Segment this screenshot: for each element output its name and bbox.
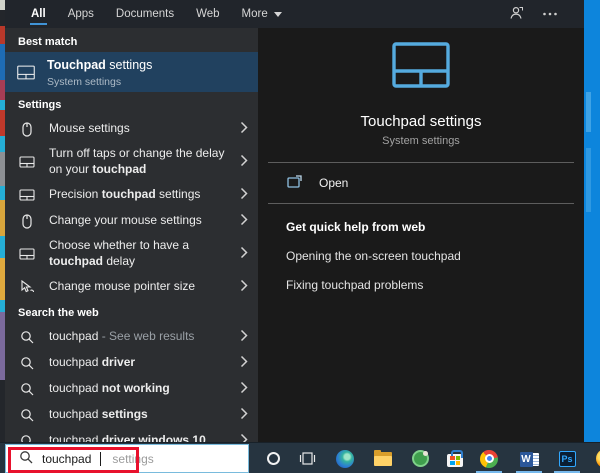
- open-label: Open: [319, 176, 348, 190]
- web-result-see-results[interactable]: touchpad - See web results: [5, 324, 258, 350]
- tab-more[interactable]: More: [231, 0, 293, 28]
- tab-web-label: Web: [196, 8, 219, 20]
- touchpad-icon: [18, 248, 36, 260]
- chevron-right-icon: [240, 187, 248, 203]
- divider: [268, 203, 574, 204]
- chevron-right-icon: [240, 121, 248, 137]
- result-precision-touchpad[interactable]: Precision touchpad settings: [5, 182, 258, 208]
- ellipsis-icon[interactable]: [542, 8, 558, 20]
- chrome-icon[interactable]: [472, 443, 506, 473]
- active-tab-underline: [30, 23, 47, 25]
- search-tabbar: All Apps Documents Web More: [5, 0, 584, 28]
- chevron-right-icon: [240, 279, 248, 295]
- result-change-mouse-settings[interactable]: Change your mouse settings: [5, 208, 258, 234]
- tab-documents-label: Documents: [116, 8, 174, 20]
- chevron-right-icon: [240, 246, 248, 262]
- cortana-icon[interactable]: [256, 443, 290, 473]
- chevron-right-icon: [240, 433, 248, 442]
- explorer-icon[interactable]: [366, 443, 400, 473]
- chevron-right-icon: [240, 407, 248, 423]
- settings-section-header: Settings: [5, 92, 258, 116]
- chevron-right-icon: [240, 355, 248, 371]
- web-result-not-working[interactable]: touchpad not working: [5, 376, 258, 402]
- preview-subtitle: System settings: [382, 135, 460, 147]
- touchpad-icon: [18, 189, 36, 201]
- text-cursor: [100, 452, 101, 466]
- chevron-right-icon: [240, 213, 248, 229]
- search-icon: [18, 330, 36, 344]
- store-icon[interactable]: [438, 443, 472, 473]
- firefox-icon[interactable]: [588, 443, 600, 473]
- open-icon: [287, 175, 302, 191]
- search-icon: [18, 408, 36, 422]
- best-match-result-touchpad-settings[interactable]: Touchpad settings System settings: [5, 52, 258, 92]
- tab-web[interactable]: Web: [185, 0, 230, 28]
- tab-documents[interactable]: Documents: [105, 0, 185, 28]
- tab-all[interactable]: All: [20, 0, 57, 28]
- desktop-window-streak: [586, 92, 591, 132]
- help-link-fixing-problems[interactable]: Fixing touchpad problems: [258, 278, 584, 292]
- tab-apps[interactable]: Apps: [57, 0, 105, 28]
- mouse-icon: [18, 214, 36, 229]
- result-turn-off-taps[interactable]: Turn off taps or change the delay on you…: [5, 142, 258, 182]
- open-action[interactable]: Open: [258, 163, 584, 203]
- help-link-onscreen-touchpad[interactable]: Opening the on-screen touchpad: [258, 249, 584, 263]
- chevron-right-icon: [240, 329, 248, 345]
- result-pointer-size[interactable]: Change mouse pointer size: [5, 274, 258, 300]
- tab-apps-label: Apps: [68, 8, 94, 20]
- chevron-down-icon: [274, 12, 282, 17]
- green-app-icon[interactable]: [403, 443, 437, 473]
- web-result-driver[interactable]: touchpad driver: [5, 350, 258, 376]
- search-flyout: All Apps Documents Web More: [5, 0, 584, 442]
- preview-panel: Touchpad settings System settings Open G…: [258, 28, 584, 442]
- word-icon[interactable]: W: [512, 443, 546, 473]
- quick-help-header: Get quick help from web: [258, 220, 584, 234]
- best-match-title: Touchpad settings: [47, 58, 152, 72]
- web-result-clipped[interactable]: touchpad driver windows 10: [5, 428, 258, 442]
- screen: All Apps Documents Web More: [0, 0, 600, 473]
- mouse-icon: [18, 122, 36, 137]
- search-icon: [19, 450, 33, 467]
- search-icon: [18, 434, 36, 442]
- best-match-header: Best match: [5, 28, 258, 52]
- chevron-right-icon: [240, 154, 248, 170]
- desktop-window-streak: [586, 148, 591, 212]
- desktop-edge-right: [584, 0, 600, 442]
- search-icon: [18, 382, 36, 396]
- taskbar-search-input[interactable]: touchpad settings: [5, 444, 249, 473]
- web-section-header: Search the web: [5, 300, 258, 324]
- search-suggestion-text: settings: [112, 452, 153, 466]
- result-touchpad-delay[interactable]: Choose whether to have a touchpad delay: [5, 234, 258, 274]
- search-icon: [18, 356, 36, 370]
- web-result-settings[interactable]: touchpad settings: [5, 402, 258, 428]
- chevron-right-icon: [240, 381, 248, 397]
- edge-icon[interactable]: [328, 443, 362, 473]
- pointer-icon: [18, 280, 36, 294]
- touchpad-icon: [18, 156, 36, 168]
- tab-more-label: More: [242, 8, 268, 20]
- photoshop-icon[interactable]: Ps: [550, 443, 584, 473]
- tab-all-label: All: [31, 8, 46, 20]
- best-match-subtitle: System settings: [47, 76, 152, 88]
- results-panel: Best match Touchpad settings System sett…: [5, 28, 258, 442]
- taskbar: touchpad settings W Ps: [0, 442, 600, 473]
- touchpad-icon: [17, 63, 35, 82]
- taskview-icon[interactable]: [290, 443, 324, 473]
- account-icon[interactable]: [508, 5, 524, 24]
- touchpad-hero-icon: [392, 42, 450, 93]
- preview-title: Touchpad settings: [361, 113, 482, 130]
- search-query-text: touchpad: [42, 452, 91, 466]
- result-mouse-settings[interactable]: Mouse settings: [5, 116, 258, 142]
